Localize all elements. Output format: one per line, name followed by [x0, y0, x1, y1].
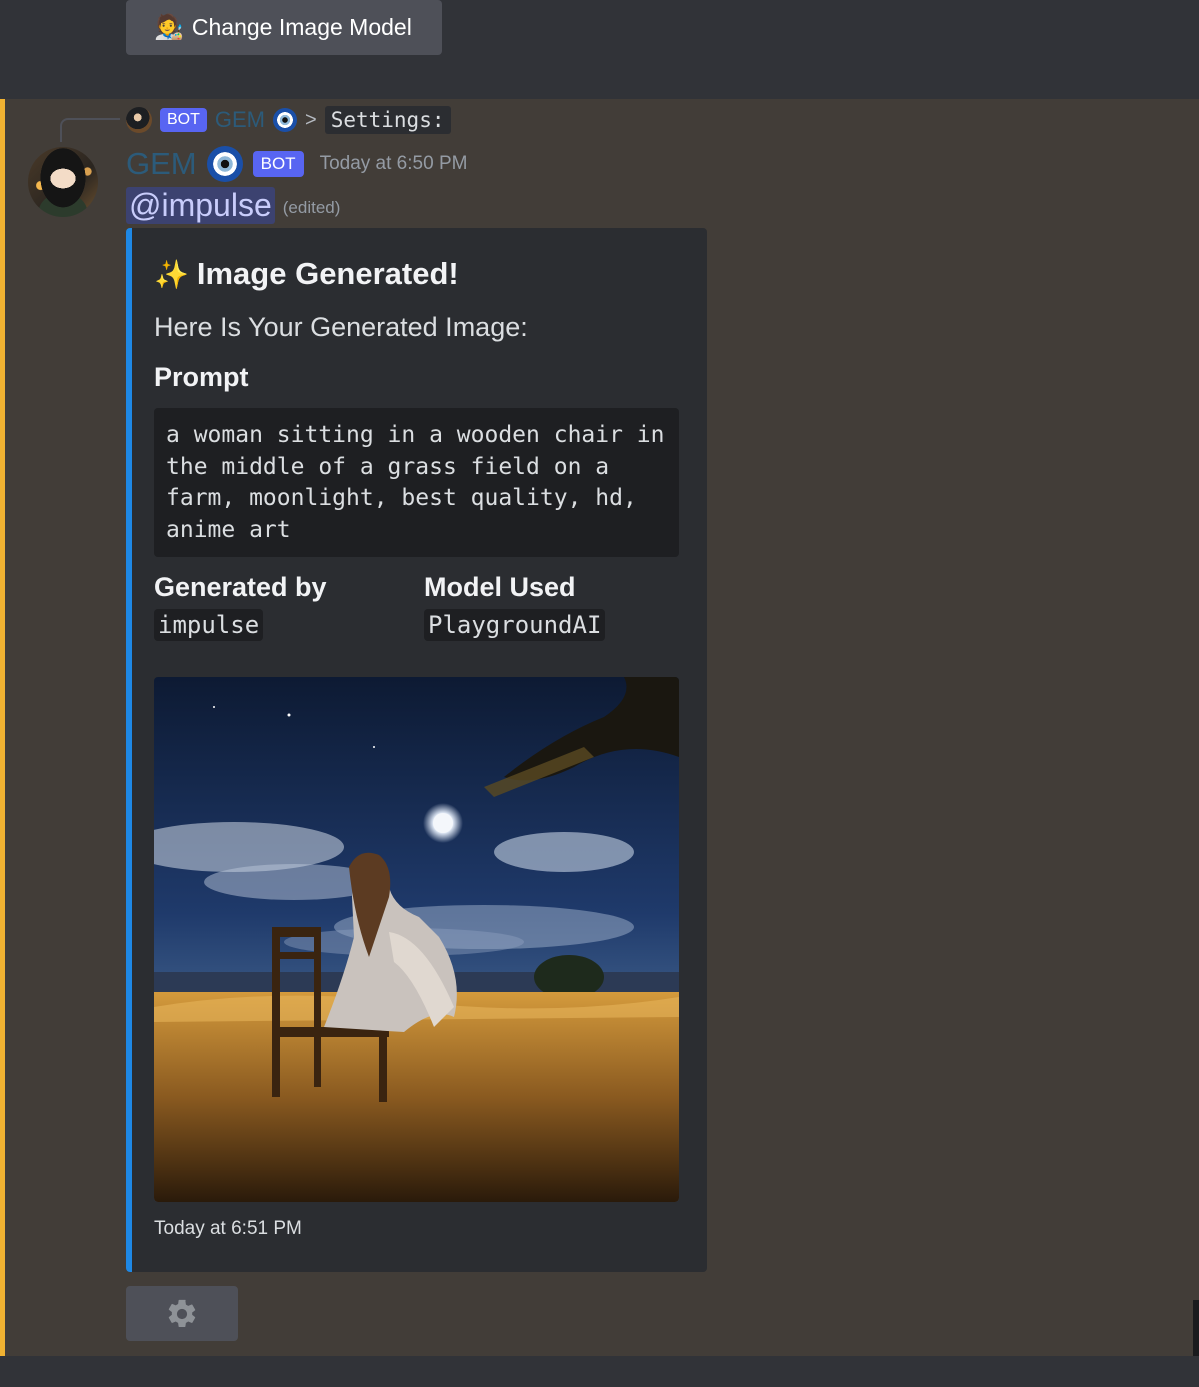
- artist-emoji-icon: 🧑‍🎨: [154, 14, 184, 41]
- reply-username[interactable]: GEM: [215, 107, 265, 133]
- nazar-eye-icon: [206, 146, 243, 182]
- model-used-field: Model Used PlaygroundAI: [424, 572, 606, 641]
- sparkles-icon: ✨: [154, 258, 189, 290]
- prompt-code-block: a woman sitting in a wooden chair in the…: [154, 408, 679, 557]
- username[interactable]: GEM: [126, 146, 197, 182]
- bottom-area: [0, 1356, 1199, 1387]
- prompt-label: Prompt: [154, 362, 249, 392]
- change-image-model-button[interactable]: 🧑‍🎨 Change Image Model: [126, 0, 442, 55]
- reply-bot-tag: BOT: [160, 108, 207, 132]
- message-header: GEM BOT Today at 6:50 PM: [126, 144, 467, 184]
- embed-card: ✨ Image Generated! Here Is Your Generate…: [126, 228, 707, 1272]
- model-used-label: Model Used: [424, 572, 576, 602]
- generated-by-value: impulse: [154, 609, 264, 641]
- generated-by-label: Generated by: [154, 572, 327, 602]
- settings-button[interactable]: [126, 1286, 238, 1341]
- reply-avatar[interactable]: [126, 107, 152, 133]
- reply-code-snippet[interactable]: Settings:: [324, 106, 451, 134]
- change-image-model-label: Change Image Model: [191, 14, 412, 40]
- generated-image-art: [154, 677, 679, 1202]
- generated-image[interactable]: [154, 677, 679, 1202]
- scrollbar-thumb[interactable]: [1193, 1300, 1199, 1356]
- embed-footer-timestamp: Today at 6:51 PM: [154, 1218, 302, 1239]
- embed-title: ✨ Image Generated!: [154, 256, 459, 292]
- reply-arrow: >: [305, 108, 317, 131]
- gear-icon: [168, 1299, 196, 1327]
- user-mention[interactable]: @impulse: [126, 186, 275, 224]
- reply-reference[interactable]: BOT GEM > Settings:: [126, 104, 451, 136]
- reply-connector: [60, 118, 120, 142]
- message-content: @impulse (edited): [126, 185, 340, 225]
- avatar[interactable]: [28, 147, 98, 217]
- generated-by-field: Generated by impulse: [154, 572, 327, 641]
- model-used-value: PlaygroundAI: [424, 609, 606, 641]
- bot-tag: BOT: [252, 151, 304, 177]
- nazar-eye-icon: [273, 108, 298, 132]
- message-timestamp[interactable]: Today at 6:50 PM: [320, 153, 468, 175]
- embed-title-text: Image Generated!: [196, 256, 459, 291]
- edited-label: (edited): [282, 198, 341, 217]
- embed-description: Here Is Your Generated Image:: [154, 312, 528, 342]
